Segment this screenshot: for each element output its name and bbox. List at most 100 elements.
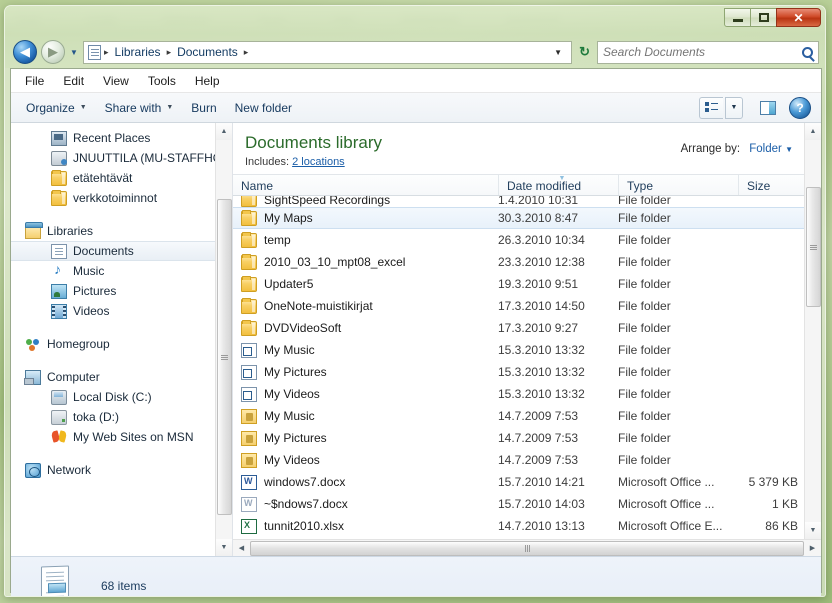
arrange-by-control[interactable]: Arrange by: Folder ▼ bbox=[681, 143, 793, 155]
sidebar-item-label: Recent Places bbox=[73, 131, 151, 145]
file-name: DVDVideoSoft bbox=[264, 321, 342, 335]
table-row[interactable]: My Videos 15.3.2010 13:32 File folder bbox=[233, 383, 821, 405]
column-header-type[interactable]: Type bbox=[618, 175, 738, 195]
share-with-button[interactable]: Share with ▼ bbox=[96, 97, 183, 119]
scroll-thumb[interactable] bbox=[217, 199, 232, 515]
scroll-right-button[interactable]: ▶ bbox=[804, 540, 821, 557]
nav-group-gap bbox=[11, 447, 232, 460]
breadcrumb-separator[interactable]: ▸ bbox=[244, 47, 249, 58]
forward-button[interactable]: ▶ bbox=[41, 40, 65, 64]
breadcrumb-separator[interactable]: ▸ bbox=[167, 47, 172, 58]
table-row[interactable]: temp 26.3.2010 10:34 File folder bbox=[233, 229, 821, 251]
organize-button[interactable]: Organize ▼ bbox=[17, 97, 96, 119]
documents-library-icon bbox=[51, 243, 67, 259]
table-row[interactable]: Updater5 19.3.2010 9:51 File folder bbox=[233, 273, 821, 295]
navigation-pane-scrollbar[interactable]: ▲ ▼ bbox=[215, 123, 232, 556]
file-size: 5 379 KB bbox=[748, 475, 798, 489]
sidebar-item-music[interactable]: Music bbox=[11, 261, 232, 281]
burn-button[interactable]: Burn bbox=[182, 97, 225, 119]
table-row[interactable]: SightSpeed Recordings 1.4.2010 10:31 Fil… bbox=[233, 196, 821, 207]
menu-tools[interactable]: Tools bbox=[148, 74, 176, 88]
breadcrumb-documents[interactable]: Documents bbox=[174, 44, 241, 60]
sidebar-item-local-disk-c[interactable]: Local Disk (C:) bbox=[11, 387, 232, 407]
file-date: 14.7.2009 7:53 bbox=[498, 431, 579, 445]
sidebar-item-network[interactable]: Network bbox=[11, 460, 232, 480]
file-date: 15.7.2010 14:03 bbox=[498, 497, 585, 511]
help-button[interactable]: ? bbox=[789, 96, 811, 119]
sidebar-item-label: toka (D:) bbox=[73, 410, 120, 424]
search-icon bbox=[802, 46, 813, 58]
file-list-scrollbar[interactable]: ▲ ▼ bbox=[804, 123, 821, 539]
recent-locations-button[interactable]: ▼ bbox=[69, 48, 79, 57]
address-input[interactable]: ▸ Libraries ▸ Documents ▸ ▼ bbox=[83, 40, 573, 64]
column-label: Type bbox=[627, 179, 654, 193]
sidebar-item-videos[interactable]: Videos bbox=[11, 301, 232, 321]
change-view-button[interactable] bbox=[699, 96, 723, 119]
table-row[interactable]: tunnit2010.xlsx 14.7.2010 13:13 Microsof… bbox=[233, 515, 821, 537]
table-row[interactable]: My Music 15.3.2010 13:32 File folder bbox=[233, 339, 821, 361]
sidebar-item-documents[interactable]: Documents bbox=[11, 241, 232, 261]
sidebar-item-pictures[interactable]: Pictures bbox=[11, 281, 232, 301]
file-name: SightSpeed Recordings bbox=[264, 196, 391, 207]
nav-group-gap bbox=[11, 208, 232, 221]
sidebar-item-recent-places[interactable]: Recent Places bbox=[11, 128, 232, 148]
scroll-down-button[interactable]: ▼ bbox=[216, 539, 232, 556]
search-box[interactable] bbox=[597, 40, 819, 64]
menu-view[interactable]: View bbox=[103, 74, 129, 88]
network-server-icon bbox=[51, 150, 67, 166]
file-name: Updater5 bbox=[264, 277, 314, 291]
table-row[interactable]: My Pictures 14.7.2009 7:53 File folder bbox=[233, 427, 821, 449]
table-row[interactable]: 2010_03_10_mpt08_excel 23.3.2010 12:38 F… bbox=[233, 251, 821, 273]
table-row[interactable]: My Music 14.7.2009 7:53 File folder bbox=[233, 405, 821, 427]
sidebar-item-my-web-sites-on-msn[interactable]: My Web Sites on MSN bbox=[11, 427, 232, 447]
back-arrow-icon: ◀ bbox=[20, 44, 30, 59]
scroll-thumb[interactable] bbox=[806, 187, 821, 307]
column-header-date-modified[interactable]: ▼ Date modified bbox=[498, 175, 618, 195]
refresh-button[interactable]: ↻ bbox=[576, 44, 593, 60]
menu-file[interactable]: File bbox=[25, 74, 44, 88]
maximize-button[interactable] bbox=[750, 8, 777, 27]
breadcrumb-separator: ▸ bbox=[104, 46, 109, 57]
sidebar-item-etatehtavat[interactable]: etätehtävät bbox=[11, 168, 232, 188]
new-folder-button[interactable]: New folder bbox=[226, 97, 301, 119]
table-row[interactable]: OneNote-muistikirjat 17.3.2010 14:50 Fil… bbox=[233, 295, 821, 317]
sidebar-item-jnuuttila[interactable]: JNUUTTILA (MU-STAFFHOI bbox=[11, 148, 232, 168]
table-row[interactable]: My Videos 14.7.2009 7:53 File folder bbox=[233, 449, 821, 471]
view-options-dropdown[interactable]: ▼ bbox=[725, 96, 743, 119]
scroll-down-button[interactable]: ▼ bbox=[805, 522, 821, 539]
column-header-name[interactable]: Name bbox=[233, 175, 498, 195]
table-row[interactable]: ~$ndows7.docx 15.7.2010 14:03 Microsoft … bbox=[233, 493, 821, 515]
locations-link[interactable]: 2 locations bbox=[292, 156, 345, 168]
file-list-horizontal-scrollbar[interactable]: ◀ ▶ bbox=[233, 539, 821, 556]
scroll-up-button[interactable]: ▲ bbox=[216, 123, 232, 140]
table-row[interactable]: My Pictures 15.3.2010 13:32 File folder bbox=[233, 361, 821, 383]
arrange-by-value[interactable]: Folder bbox=[749, 143, 782, 155]
file-date: 1.4.2010 10:31 bbox=[498, 196, 579, 207]
table-row[interactable]: My Maps 30.3.2010 8:47 File folder bbox=[233, 207, 821, 229]
scroll-left-button[interactable]: ◀ bbox=[233, 540, 250, 557]
locked-folder-icon bbox=[241, 452, 257, 468]
breadcrumb-libraries[interactable]: Libraries bbox=[112, 44, 164, 60]
table-row[interactable]: windows7.docx 15.7.2010 14:21 Microsoft … bbox=[233, 471, 821, 493]
minimize-button[interactable] bbox=[724, 8, 751, 27]
sidebar-item-toka-d[interactable]: toka (D:) bbox=[11, 407, 232, 427]
search-input[interactable] bbox=[603, 45, 802, 59]
msn-icon bbox=[51, 430, 67, 445]
scroll-up-button[interactable]: ▲ bbox=[805, 123, 821, 140]
close-button[interactable]: ✕ bbox=[776, 8, 821, 27]
menu-help[interactable]: Help bbox=[195, 74, 220, 88]
sidebar-item-libraries[interactable]: Libraries bbox=[11, 221, 232, 241]
sidebar-item-homegroup[interactable]: Homegroup bbox=[11, 334, 232, 354]
sidebar-item-label: Videos bbox=[73, 304, 110, 318]
horizontal-scroll-thumb[interactable] bbox=[250, 540, 804, 556]
show-preview-pane-button[interactable] bbox=[755, 97, 781, 119]
sidebar-item-computer[interactable]: Computer bbox=[11, 367, 232, 387]
file-date: 15.7.2010 14:21 bbox=[498, 475, 585, 489]
column-header-size[interactable]: Size bbox=[738, 175, 810, 195]
back-button[interactable]: ◀ bbox=[13, 40, 37, 64]
file-name: temp bbox=[264, 233, 291, 247]
address-dropdown-icon[interactable]: ▼ bbox=[549, 48, 567, 57]
table-row[interactable]: DVDVideoSoft 17.3.2010 9:27 File folder bbox=[233, 317, 821, 339]
sidebar-item-verkkotoiminnot[interactable]: verkkotoiminnot bbox=[11, 188, 232, 208]
menu-edit[interactable]: Edit bbox=[63, 74, 84, 88]
